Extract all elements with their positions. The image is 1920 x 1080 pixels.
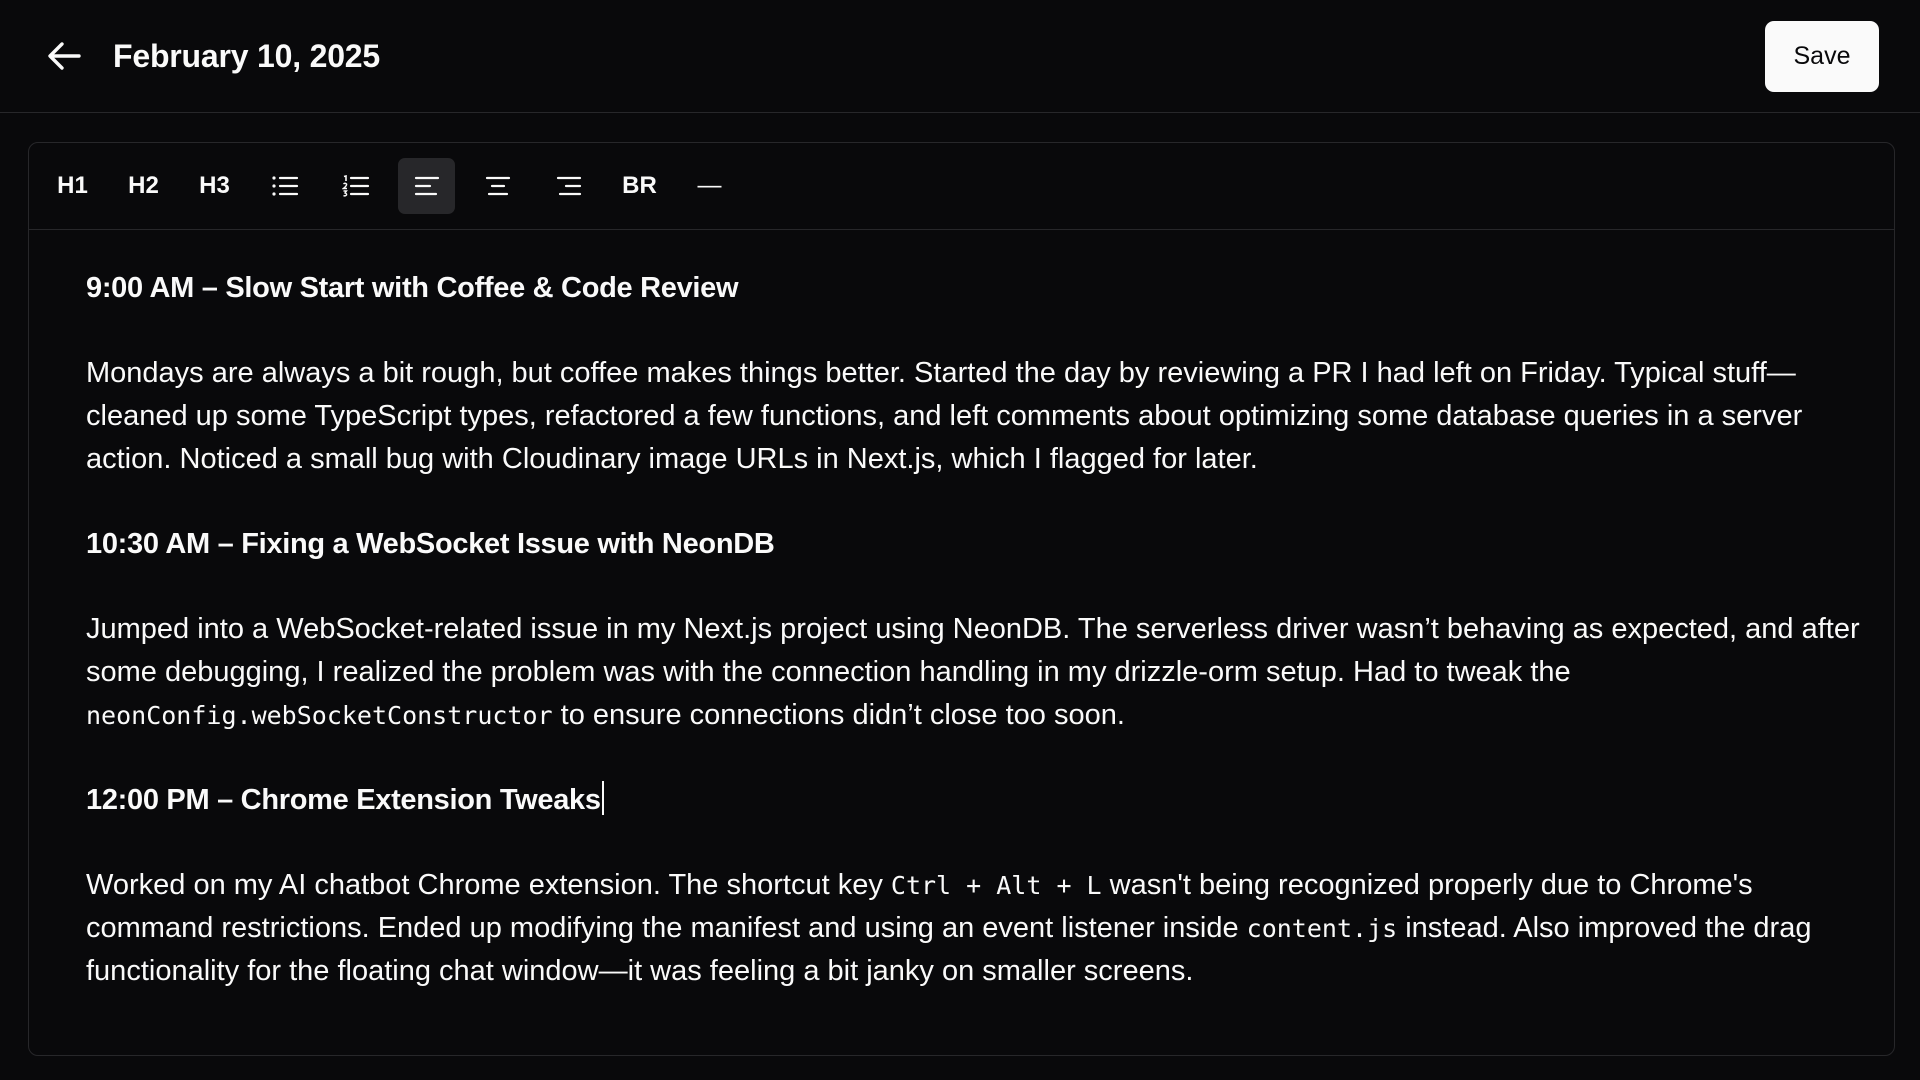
entry-paragraph: Jumped into a WebSocket-related issue in… bbox=[86, 608, 1866, 737]
heading-1-button[interactable]: H1 bbox=[44, 158, 101, 214]
paragraph-text: to ensure connections didn’t close too s… bbox=[560, 699, 1125, 731]
editor-toolbar: H1 H2 H3 BR — bbox=[29, 143, 1894, 230]
top-bar: February 10, 2025 Save bbox=[0, 0, 1920, 113]
arrow-left-icon bbox=[48, 42, 81, 70]
entry-paragraph: Mondays are always a bit rough, but coff… bbox=[86, 352, 1866, 481]
heading-3-button[interactable]: H3 bbox=[186, 158, 243, 214]
inline-code: content.js bbox=[1246, 914, 1398, 943]
text-caret bbox=[601, 781, 604, 815]
align-right-button[interactable] bbox=[540, 158, 597, 214]
entry-heading: 10:30 AM – Fixing a WebSocket Issue with… bbox=[86, 528, 775, 560]
horizontal-rule-button[interactable]: — bbox=[681, 158, 738, 214]
entry-heading: 12:00 PM – Chrome Extension Tweaks bbox=[86, 779, 1866, 822]
numbered-list-button[interactable] bbox=[327, 158, 384, 214]
align-center-button[interactable] bbox=[469, 158, 526, 214]
paragraph-text: Jumped into a WebSocket-related issue in… bbox=[86, 613, 1860, 688]
heading-2-button[interactable]: H2 bbox=[115, 158, 172, 214]
heading-text: 12:00 PM – Chrome Extension Tweaks bbox=[86, 784, 601, 816]
inline-code: neonConfig.webSocketConstructor bbox=[86, 701, 553, 730]
align-right-icon bbox=[556, 176, 581, 196]
line-break-button[interactable]: BR bbox=[611, 158, 668, 214]
align-left-button[interactable] bbox=[398, 158, 455, 214]
bullet-list-icon bbox=[271, 176, 298, 196]
page-title: February 10, 2025 bbox=[113, 38, 380, 74]
rich-text-editor: H1 H2 H3 BR — 9:00 AM – Slow Start with … bbox=[28, 142, 1895, 1056]
numbered-list-icon bbox=[341, 175, 369, 197]
editor-content[interactable]: 9:00 AM – Slow Start with Coffee & Code … bbox=[86, 267, 1866, 993]
inline-code: Ctrl + Alt + L bbox=[890, 871, 1102, 900]
entry-paragraph: Worked on my AI chatbot Chrome extension… bbox=[86, 864, 1866, 993]
save-button[interactable]: Save bbox=[1765, 21, 1879, 92]
bullet-list-button[interactable] bbox=[256, 158, 313, 214]
align-left-icon bbox=[414, 176, 439, 196]
back-button[interactable] bbox=[44, 38, 84, 74]
paragraph-text: Worked on my AI chatbot Chrome extension… bbox=[86, 869, 883, 901]
align-center-icon bbox=[485, 176, 510, 196]
entry-heading: 9:00 AM – Slow Start with Coffee & Code … bbox=[86, 272, 739, 304]
paragraph-text: Mondays are always a bit rough, but coff… bbox=[86, 357, 1803, 475]
